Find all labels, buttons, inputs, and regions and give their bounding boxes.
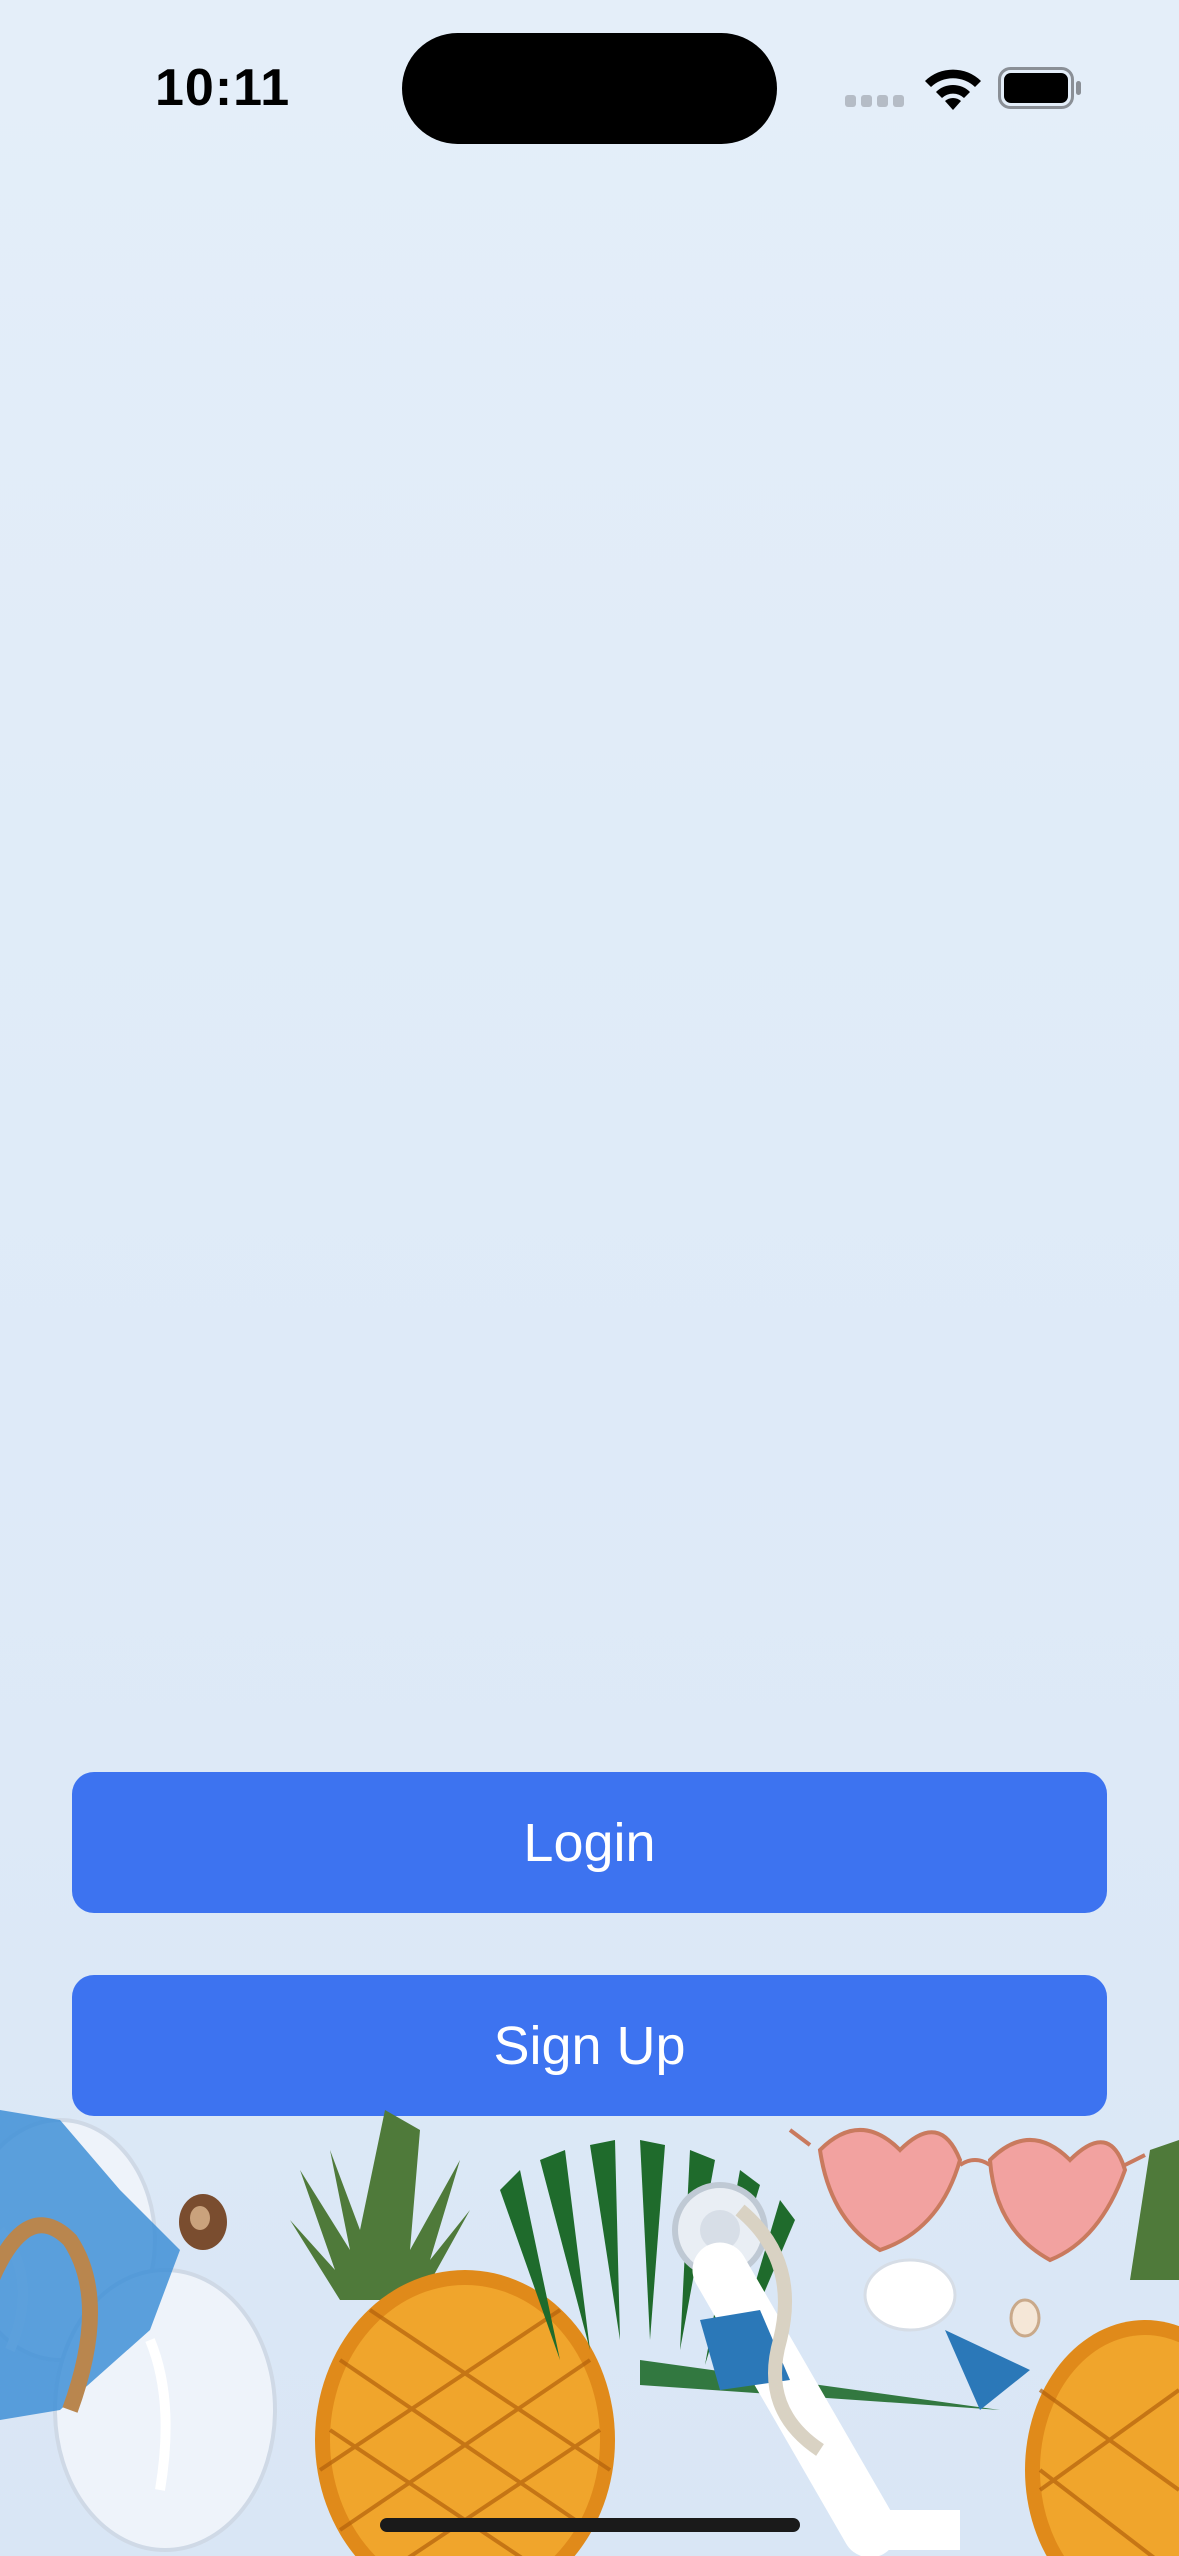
anchor <box>672 2182 1030 2556</box>
welcome-screen: 10:11 Login Sign Up <box>0 0 1179 2556</box>
dynamic-island <box>402 33 777 144</box>
login-button[interactable]: Login <box>72 1772 1107 1913</box>
battery-icon <box>998 67 1081 109</box>
status-time: 10:11 <box>155 59 291 117</box>
home-indicator[interactable] <box>380 2518 800 2532</box>
beach-illustration <box>0 2110 1179 2556</box>
cellular-signal-icon <box>845 95 904 107</box>
heart-sunglasses <box>788 2128 1146 2263</box>
wifi-icon <box>925 69 981 110</box>
sign-up-button[interactable]: Sign Up <box>72 1975 1107 2116</box>
